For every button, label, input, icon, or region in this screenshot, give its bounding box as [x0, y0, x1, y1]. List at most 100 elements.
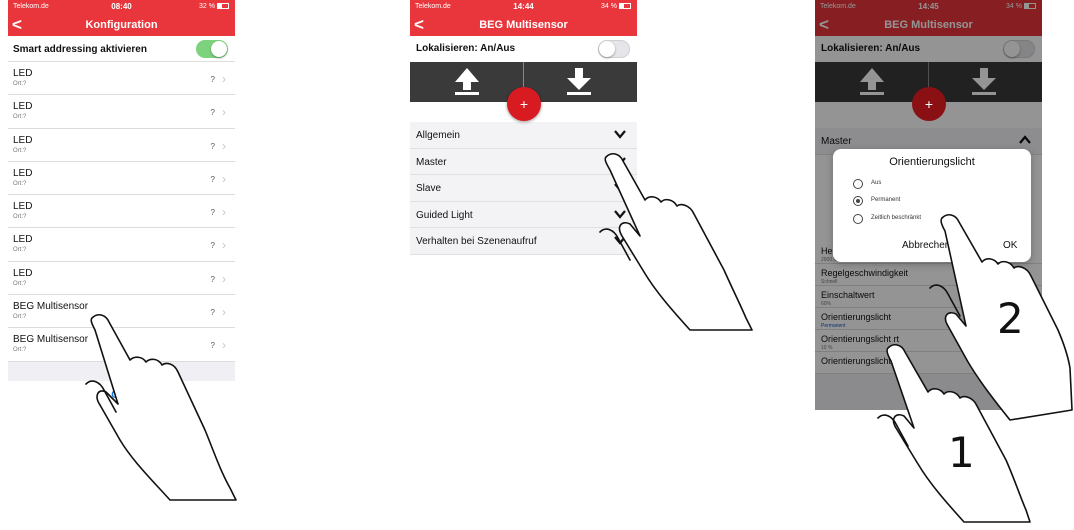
nav-bar: < BEG Multisensor — [410, 14, 637, 36]
radio-label: Zeitlich beschränkt — [871, 215, 922, 221]
device-list-item[interactable]: LED Ort:?? › — [8, 161, 235, 196]
device-list-item[interactable]: LED Ort:?? › — [8, 128, 235, 162]
device-list-item[interactable]: BEG Multisensor Ort:?? › — [8, 328, 235, 362]
device-location: Ort:? — [13, 214, 27, 221]
setting-row[interactable]: Regelgeschwindigkeit Schnell — [815, 263, 1042, 286]
chevron-up-icon — [1019, 135, 1031, 144]
setting-value: 10 % — [821, 344, 833, 351]
device-name: LED — [13, 201, 33, 213]
device-location: Ort:? — [13, 280, 27, 287]
step-number-1: 1 — [948, 428, 975, 477]
setting-label: Orientierungslicht rt — [821, 333, 900, 344]
device-location: Ort:? — [13, 180, 27, 187]
upload-arrow-icon[interactable] — [859, 66, 885, 96]
battery-indicator: 32 % — [199, 3, 229, 10]
smart-addressing-label: Smart addressing aktivieren — [13, 44, 147, 55]
chevron-right-icon: › — [222, 105, 226, 120]
section-row[interactable]: Verhalten bei Szenenaufruf — [410, 228, 637, 255]
chevron-right-icon: › — [222, 305, 226, 320]
device-list-item[interactable]: LED Ort:?? › — [8, 228, 235, 262]
locate-toggle[interactable] — [1003, 40, 1035, 58]
radio-label: Permanent — [871, 197, 901, 203]
status-bar: Telekom.de 14:45 34 % — [815, 0, 1042, 14]
battery-percent: 34 % — [1006, 3, 1022, 10]
battery-indicator: 34 % — [1006, 3, 1036, 10]
chevron-down-icon — [614, 130, 626, 139]
toggle-knob — [211, 41, 227, 57]
device-value: ? — [210, 141, 215, 151]
device-value: ? — [210, 174, 215, 184]
device-value: ? — [210, 274, 215, 284]
ok-button[interactable]: OK — [1003, 240, 1017, 251]
device-name: LED — [13, 267, 33, 279]
nav-bar: < BEG Multisensor — [815, 14, 1042, 36]
chevron-right-icon: › — [222, 205, 226, 220]
device-list-item[interactable]: LED Ort:?? › — [8, 95, 235, 129]
setting-value: Permanent — [821, 322, 846, 329]
chevron-right-icon: › — [222, 138, 226, 153]
section-label: Verhalten bei Szenenaufruf — [416, 236, 537, 247]
section-label: Master — [821, 136, 852, 147]
chevron-right-icon: › — [222, 171, 226, 186]
locate-row: Lokalisieren: An/Aus — [815, 36, 1042, 62]
add-button[interactable]: + — [507, 87, 541, 121]
device-list-item[interactable]: LED Ort:?? › — [8, 62, 235, 96]
chevron-right-icon: › — [222, 72, 226, 86]
cancel-button[interactable]: Abbrechen — [902, 240, 950, 251]
locate-toggle[interactable] — [598, 40, 630, 58]
battery-icon — [1024, 3, 1036, 10]
download-arrow-icon[interactable] — [971, 66, 997, 96]
page-title: Konfiguration — [85, 19, 158, 31]
device-name: LED — [13, 234, 33, 246]
section-label: Slave — [416, 183, 442, 194]
setting-label: Einschaltwert — [821, 289, 875, 300]
page-title: BEG Multisensor — [479, 19, 568, 31]
device-name: LED — [13, 134, 33, 146]
device-location: Ort:? — [13, 314, 27, 321]
device-name: BEG Multisensor — [13, 334, 89, 346]
phone-screen-konfiguration: Telekom.de 08:40 32 % < Konfiguration Sm… — [8, 0, 235, 381]
device-list-item[interactable]: LED Ort:?? › — [8, 195, 235, 229]
device-value: ? — [210, 341, 215, 351]
setting-label: Orientierungslicht — [821, 355, 892, 366]
phone-screen-multisensor: Telekom.de 14:44 34 % < BEG Multisensor … — [410, 0, 637, 261]
device-name: LED — [13, 68, 33, 79]
device-value: ? — [210, 108, 215, 118]
setting-row[interactable]: Orientierungslicht — [815, 351, 1042, 374]
orientierungslicht-dialog: Orientierungslicht Aus Permanent Zeitlich … — [833, 149, 1031, 262]
toggle-knob — [1004, 41, 1020, 57]
section-row[interactable]: Allgemein — [410, 122, 637, 149]
chevron-down-icon — [614, 209, 626, 219]
step-number-2: 2 — [997, 294, 1024, 343]
device-list: LED Ort:?? › LED Ort:?? › LED Ort:?? › LED Ort:?? ›… — [8, 62, 235, 362]
locate-row: Lokalisieren: An/Aus — [410, 36, 637, 62]
download-arrow-icon[interactable] — [566, 66, 592, 96]
dialog-title: Orientierungslicht — [889, 156, 975, 168]
device-value: ? — [210, 75, 215, 84]
device-location: Ort:? — [13, 347, 27, 354]
battery-icon — [619, 3, 631, 10]
smart-addressing-toggle[interactable] — [196, 40, 228, 58]
chevron-right-icon: › — [222, 271, 226, 286]
section-row[interactable]: Guided Light — [410, 201, 637, 228]
upload-arrow-icon[interactable] — [454, 66, 480, 96]
page-title: BEG Multisensor — [884, 19, 973, 31]
section-list: Allgemein Master Slave Guided Light Verhalte… — [410, 122, 637, 255]
device-list-item[interactable]: LED Ort:?? › — [8, 261, 235, 296]
section-label: Master — [416, 156, 447, 168]
bottom-action-link[interactable]: C te — [8, 389, 235, 401]
device-list-item[interactable]: BEG Multisensor Ort:?? › — [8, 295, 235, 329]
device-location: Ort:? — [13, 147, 27, 154]
smart-addressing-row: Smart addressing aktivieren — [8, 36, 235, 62]
section-row[interactable]: Slave — [410, 175, 637, 202]
section-row[interactable]: Master — [410, 148, 637, 175]
device-location: Ort:? — [13, 81, 27, 87]
setting-label: Orientierungslicht — [821, 311, 892, 322]
locate-label: Lokalisieren: An/Aus — [821, 43, 921, 54]
section-label: Guided Light — [416, 209, 473, 221]
setting-value: Schnell — [821, 278, 838, 285]
phone-screen-orientierungslicht: Telekom.de 14:45 34 % < BEG Multisensor … — [815, 0, 1042, 410]
radio-label: Aus — [871, 180, 882, 186]
setting-label: Regelgeschwindigkeit — [821, 267, 909, 278]
device-location: Ort:? — [13, 247, 27, 254]
